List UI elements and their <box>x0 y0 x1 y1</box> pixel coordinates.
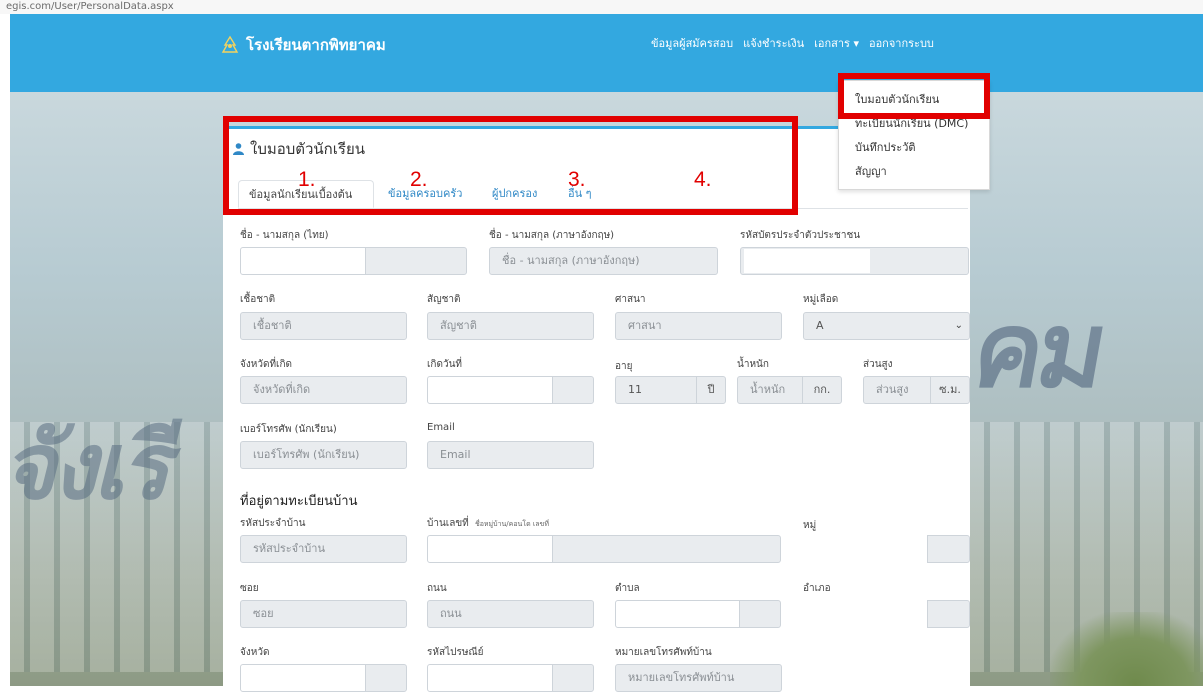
name-th-label: ชื่อ - นามสกุล (ไทย) <box>240 230 329 241</box>
hero-tree <box>1050 612 1203 686</box>
name-en-input[interactable]: ชื่อ - นามสกุล (ภาษาอังกฤษ) <box>489 247 718 275</box>
menu-item-enrollment-form[interactable]: ใบมอบตัวนักเรียน <box>855 90 939 108</box>
nationality-input[interactable]: สัญชาติ <box>427 312 594 340</box>
height-input[interactable]: ส่วนสูง <box>863 376 931 404</box>
subdistrict-input[interactable] <box>615 600 741 628</box>
name-th-last-input[interactable] <box>365 247 467 275</box>
user-icon <box>233 143 244 155</box>
annotation-4: 4. <box>694 168 712 191</box>
house-no-label: บ้านเลขที่ ชื่อหมู่บ้าน/คอนโด เลขที่ <box>427 516 549 531</box>
annotation-3: 3. <box>568 168 586 191</box>
province-label: จังหวัด <box>240 647 270 658</box>
ethnicity-label: เชื้อชาติ <box>240 294 276 305</box>
nav-payment[interactable]: แจ้งชำระเงิน <box>743 34 804 52</box>
home-phone-label: หมายเลขโทรศัพท์บ้าน <box>615 647 712 658</box>
hero-building-text-right: คม <box>964 288 1112 411</box>
school-logo-icon <box>221 35 239 53</box>
weight-input[interactable]: น้ำหนัก <box>737 376 803 404</box>
moo-label: หมู่ <box>803 520 817 531</box>
birth-province-input[interactable]: จังหวัดที่เกิด <box>240 376 407 404</box>
nav-documents-dropdown[interactable]: เอกสาร ▾ <box>814 34 859 52</box>
blood-type-value: A <box>816 319 824 332</box>
house-no-hint: ชื่อหมู่บ้าน/คอนโด เลขที่ <box>474 520 549 528</box>
subdistrict-label: ตำบล <box>615 583 640 594</box>
birthdate-label: เกิดวันที่ <box>427 359 463 370</box>
name-th-first-input[interactable] <box>240 247 366 275</box>
brand-name: โรงเรียนตากพิทยาคม <box>246 36 386 54</box>
religion-label: ศาสนา <box>615 294 646 305</box>
ethnicity-input[interactable]: เชื้อชาติ <box>240 312 407 340</box>
redacted-id <box>744 249 870 273</box>
soi-label: ซอย <box>240 583 259 594</box>
province-input[interactable] <box>240 664 366 692</box>
tab-guardian[interactable]: ผู้ปกครอง <box>482 180 547 208</box>
height-unit: ซ.ม. <box>930 376 970 404</box>
house-no-label-text: บ้านเลขที่ <box>427 518 469 529</box>
age-unit: ปี <box>696 376 726 404</box>
age-label: อายุ <box>615 361 633 372</box>
annotation-1: 1. <box>298 168 316 191</box>
email-label: Email <box>427 422 455 433</box>
house-code-label: รหัสประจำบ้าน <box>240 518 306 529</box>
name-en-label: ชื่อ - นามสกุล (ภาษาอังกฤษ) <box>489 230 615 241</box>
address-heading: ที่อยู่ตามทะเบียนบ้าน <box>240 494 358 509</box>
house-no-input[interactable] <box>427 535 553 563</box>
weight-unit: กก. <box>802 376 842 404</box>
moo-addon[interactable] <box>927 535 970 563</box>
menu-item-dmc[interactable]: ทะเบียนนักเรียน (DMC) <box>855 114 968 132</box>
soi-input[interactable]: ซอย <box>240 600 407 628</box>
blood-type-label: หมู่เลือด <box>803 294 839 305</box>
birth-province-label: จังหวัดที่เกิด <box>240 359 293 370</box>
moo-input[interactable] <box>803 535 929 563</box>
browser-url-bar[interactable]: egis.com/User/PersonalData.aspx <box>0 0 1203 14</box>
road-input[interactable]: ถนน <box>427 600 594 628</box>
top-navbar <box>10 14 1203 92</box>
religion-input[interactable]: ศาสนา <box>615 312 782 340</box>
menu-item-contract[interactable]: สัญญา <box>855 162 887 180</box>
card-title: ใบมอบตัวนักเรียน <box>233 137 365 161</box>
height-label: ส่วนสูง <box>863 359 893 370</box>
district-addon[interactable] <box>927 600 970 628</box>
annotation-2: 2. <box>410 168 428 191</box>
postcode-label: รหัสไปรษณีย์ <box>427 647 484 658</box>
postcode-input[interactable] <box>427 664 553 692</box>
weight-label: น้ำหนัก <box>737 359 769 370</box>
blood-type-select[interactable]: A ⌄ <box>803 312 970 340</box>
email-input[interactable]: Email <box>427 441 594 469</box>
birthdate-addon[interactable] <box>552 376 594 404</box>
age-input[interactable]: 11 <box>615 376 697 404</box>
nav-links: ข้อมูลผู้สมัครสอบ แจ้งชำระเงิน เอกสาร ▾ … <box>651 34 934 52</box>
nationality-label: สัญชาติ <box>427 294 461 305</box>
district-input[interactable] <box>803 600 929 628</box>
card-title-text: ใบมอบตัวนักเรียน <box>250 140 365 158</box>
subdistrict-addon[interactable] <box>739 600 781 628</box>
enrollment-card: ใบมอบตัวนักเรียน ข้อมูลนักเรียนเบื้องต้น… <box>223 126 970 692</box>
province-addon[interactable] <box>365 664 407 692</box>
chevron-down-icon: ⌄ <box>954 320 963 331</box>
menu-item-record[interactable]: บันทึกประวัติ <box>855 138 916 156</box>
id-card-label: รหัสบัตรประจำตัวประชาชน <box>740 230 861 241</box>
phone-input[interactable]: เบอร์โทรศัพ (นักเรียน) <box>240 441 407 469</box>
documents-dropdown-menu: ใบมอบตัวนักเรียน ทะเบียนนักเรียน (DMC) บ… <box>838 80 990 190</box>
road-label: ถนน <box>427 583 447 594</box>
birthdate-input[interactable] <box>427 376 553 404</box>
brand[interactable]: โรงเรียนตากพิทยาคม <box>220 33 386 57</box>
phone-label: เบอร์โทรศัพ (นักเรียน) <box>240 424 337 435</box>
village-input[interactable] <box>552 535 781 563</box>
house-code-input[interactable]: รหัสประจำบ้าน <box>240 535 407 563</box>
district-label: อำเภอ <box>803 583 831 594</box>
nav-applicant-data[interactable]: ข้อมูลผู้สมัครสอบ <box>651 34 733 52</box>
home-phone-input[interactable]: หมายเลขโทรศัพท์บ้าน <box>615 664 782 692</box>
postcode-addon[interactable] <box>552 664 594 692</box>
nav-logout[interactable]: ออกจากระบบ <box>869 34 934 52</box>
